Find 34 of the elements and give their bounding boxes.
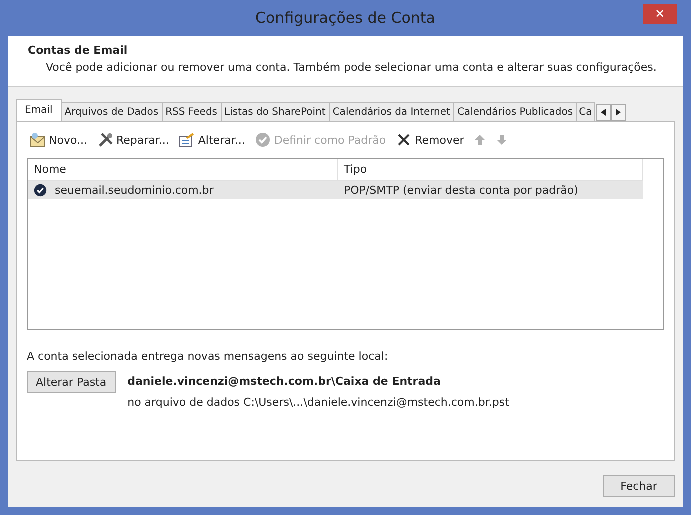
data-file-path: no arquivo de dados C:\Users\...\daniele.vincenzi@mstech.com.br.pst xyxy=(128,396,510,409)
section-description: Você pode adicionar ou remover uma conta. Também pode selecionar uma conta e alterar suas configurações. xyxy=(45,61,658,74)
tab[interactable]: RSS Feeds xyxy=(162,102,222,121)
scroll-left-button[interactable] xyxy=(596,104,612,121)
tab[interactable]: Ca xyxy=(576,102,596,121)
window-title: Configurações de Conta xyxy=(256,9,436,27)
delivery-label: A conta selecionada entrega novas mensagens ao seguinte local: xyxy=(27,350,390,363)
scroll-right-button[interactable] xyxy=(611,104,626,121)
toolbar-button[interactable]: Remover xyxy=(393,130,468,150)
change-folder-button[interactable]: Alterar Pasta xyxy=(27,371,116,393)
tab[interactable]: Arquivos de Dados xyxy=(60,102,163,121)
check-circle-icon xyxy=(255,132,272,148)
toolbar-button[interactable]: Alterar... xyxy=(176,130,248,150)
column-header[interactable]: Nome xyxy=(28,159,338,180)
column-header[interactable]: Tipo xyxy=(338,159,643,180)
tab[interactable]: Email xyxy=(16,99,62,121)
folder-path: daniele.vincenzi@mstech.com.br\Caixa de Entrada xyxy=(128,375,442,388)
card-pencil-icon xyxy=(179,132,196,148)
tools-icon xyxy=(98,132,114,148)
tab[interactable]: Calendários da Internet xyxy=(328,102,454,121)
envelope-icon xyxy=(30,132,46,148)
tab[interactable]: Listas do SharePoint xyxy=(220,102,330,121)
left-triangle-icon xyxy=(600,109,607,116)
close-button[interactable]: ✕ xyxy=(643,4,677,24)
account-row[interactable]: seuemail.seudominio.com.br POP/SMTP (enviar desta conta por padrão) xyxy=(28,181,643,199)
close-icon xyxy=(396,132,412,148)
table-cell: seuemail.seudominio.com.br xyxy=(55,184,214,196)
toolbar-button[interactable]: Novo... xyxy=(27,130,90,150)
section-title: Contas de Email xyxy=(28,44,129,57)
tab[interactable]: Calendários Publicados xyxy=(453,102,578,121)
table-cell: POP/SMTP (enviar desta conta por padrão) xyxy=(344,184,578,196)
close-dialog-button[interactable]: Fechar xyxy=(603,475,675,497)
toolbar-button[interactable]: Reparar... xyxy=(94,130,172,150)
right-triangle-icon xyxy=(616,109,622,116)
